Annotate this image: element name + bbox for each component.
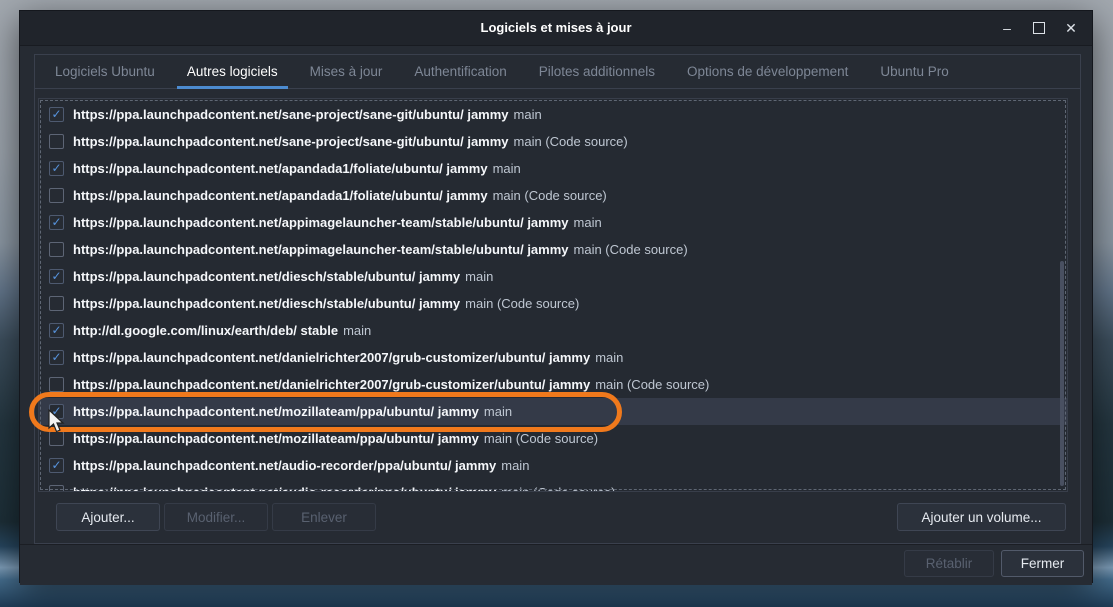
revert-button[interactable]: Rétablir (904, 550, 994, 577)
checkbox-checked-icon[interactable]: ✓ (49, 404, 64, 419)
checkbox-unchecked-icon[interactable]: ✓ (49, 377, 64, 392)
repository-component: main (343, 323, 371, 338)
tab-logiciels-ubuntu[interactable]: Logiciels Ubuntu (39, 55, 171, 88)
close-button[interactable]: Fermer (1001, 550, 1084, 577)
repository-component: main (Code source) (595, 377, 709, 392)
maximize-button[interactable] (1024, 11, 1054, 45)
repository-row[interactable]: ✓ https://ppa.launchpadcontent.net/audio-… (39, 452, 1067, 479)
repository-url: https://ppa.launchpadcontent.net/audio-r… (73, 485, 496, 492)
checkbox-checked-icon[interactable]: ✓ (49, 107, 64, 122)
window-title: Logiciels et mises à jour (20, 11, 1092, 45)
checkbox-unchecked-icon[interactable]: ✓ (49, 188, 64, 203)
repository-url: https://ppa.launchpadcontent.net/danielr… (73, 350, 590, 365)
check-mark-icon: ✓ (51, 162, 61, 174)
repository-url: http://dl.google.com/linux/earth/deb/ st… (73, 323, 338, 338)
checkbox-unchecked-icon[interactable]: ✓ (49, 431, 64, 446)
repository-component: main (493, 161, 521, 176)
repository-url: https://ppa.launchpadcontent.net/danielr… (73, 377, 590, 392)
repository-row[interactable]: ✓ https://ppa.launchpadcontent.net/apanda… (39, 155, 1067, 182)
add-button[interactable]: Ajouter... (56, 503, 160, 531)
repository-url: https://ppa.launchpadcontent.net/diesch/… (73, 269, 460, 284)
repository-component: main (465, 269, 493, 284)
repository-url: https://ppa.launchpadcontent.net/mozilla… (73, 431, 479, 446)
repository-url: https://ppa.launchpadcontent.net/apandad… (73, 161, 488, 176)
tab-autres-logiciels[interactable]: Autres logiciels (171, 55, 294, 88)
repository-row[interactable]: ✓ https://ppa.launchpadcontent.net/mozill… (39, 398, 1067, 425)
close-icon[interactable]: ✕ (1056, 11, 1086, 45)
repository-url: https://ppa.launchpadcontent.net/sane-pr… (73, 134, 509, 149)
checkbox-checked-icon[interactable]: ✓ (49, 161, 64, 176)
maximize-icon (1033, 22, 1045, 34)
tab-pilotes-additionnels[interactable]: Pilotes additionnels (523, 55, 671, 88)
tab-mises-jour[interactable]: Mises à jour (294, 55, 399, 88)
repository-row[interactable]: ✓ https://ppa.launchpadcontent.net/diesch… (39, 263, 1067, 290)
repository-rows: ✓ https://ppa.launchpadcontent.net/sane-p… (39, 101, 1067, 492)
tab-bar: Logiciels UbuntuAutres logicielsMises à … (35, 55, 1080, 89)
notebook-panel: Logiciels UbuntuAutres logicielsMises à … (34, 54, 1081, 544)
tab-options-de-d-veloppement[interactable]: Options de développement (671, 55, 864, 88)
checkbox-unchecked-icon[interactable]: ✓ (49, 134, 64, 149)
repository-component: main (Code source) (493, 188, 607, 203)
repository-row[interactable]: ✓ https://ppa.launchpadcontent.net/audio-… (39, 479, 1067, 492)
checkbox-checked-icon[interactable]: ✓ (49, 350, 64, 365)
edit-button[interactable]: Modifier... (164, 503, 268, 531)
tab-ubuntu-pro[interactable]: Ubuntu Pro (864, 55, 964, 88)
check-mark-icon: ✓ (51, 270, 61, 282)
repository-row[interactable]: ✓ https://ppa.launchpadcontent.net/daniel… (39, 344, 1067, 371)
repository-list[interactable]: ✓ https://ppa.launchpadcontent.net/sane-p… (38, 98, 1068, 492)
repository-component: main (Code source) (574, 242, 688, 257)
checkbox-unchecked-icon[interactable]: ✓ (49, 485, 64, 492)
repository-row[interactable]: ✓ https://ppa.launchpadcontent.net/daniel… (39, 371, 1067, 398)
checkbox-checked-icon[interactable]: ✓ (49, 323, 64, 338)
dialog-footer: Rétablir Fermer (20, 544, 1092, 585)
check-mark-icon: ✓ (51, 108, 61, 120)
check-mark-icon: ✓ (51, 216, 61, 228)
minimize-button[interactable]: – (992, 11, 1022, 45)
repository-url: https://ppa.launchpadcontent.net/audio-r… (73, 458, 496, 473)
remove-button[interactable]: Enlever (272, 503, 376, 531)
check-mark-icon: ✓ (51, 459, 61, 471)
titlebar[interactable]: Logiciels et mises à jour – ✕ (20, 11, 1092, 46)
repository-row[interactable]: ✓ https://ppa.launchpadcontent.net/sane-p… (39, 128, 1067, 155)
repository-component: main (Code source) (514, 134, 628, 149)
check-mark-icon: ✓ (51, 405, 61, 417)
checkbox-unchecked-icon[interactable]: ✓ (49, 296, 64, 311)
repository-component: main (Code source) (501, 485, 615, 492)
repository-row[interactable]: ✓ https://ppa.launchpadcontent.net/appima… (39, 236, 1067, 263)
checkbox-unchecked-icon[interactable]: ✓ (49, 242, 64, 257)
repository-row[interactable]: ✓ http://dl.google.com/linux/earth/deb/ s… (39, 317, 1067, 344)
repository-row[interactable]: ✓ https://ppa.launchpadcontent.net/mozill… (39, 425, 1067, 452)
repository-url: https://ppa.launchpadcontent.net/sane-pr… (73, 107, 509, 122)
repository-url: https://ppa.launchpadcontent.net/mozilla… (73, 404, 479, 419)
repository-component: main (574, 215, 602, 230)
repository-url: https://ppa.launchpadcontent.net/appimag… (73, 215, 569, 230)
repository-component: main (514, 107, 542, 122)
repository-row[interactable]: ✓ https://ppa.launchpadcontent.net/apanda… (39, 182, 1067, 209)
repository-component: main (501, 458, 529, 473)
repository-row[interactable]: ✓ https://ppa.launchpadcontent.net/diesch… (39, 290, 1067, 317)
repository-component: main (484, 404, 512, 419)
vertical-scrollbar[interactable] (1060, 261, 1064, 486)
check-mark-icon: ✓ (51, 324, 61, 336)
repository-component: main (595, 350, 623, 365)
checkbox-checked-icon[interactable]: ✓ (49, 215, 64, 230)
software-sources-dialog: Logiciels et mises à jour – ✕ Logiciels … (19, 10, 1093, 583)
check-mark-icon: ✓ (51, 351, 61, 363)
repository-row[interactable]: ✓ https://ppa.launchpadcontent.net/appima… (39, 209, 1067, 236)
repository-url: https://ppa.launchpadcontent.net/apandad… (73, 188, 488, 203)
repository-component: main (Code source) (484, 431, 598, 446)
repository-url: https://ppa.launchpadcontent.net/appimag… (73, 242, 569, 257)
repository-row[interactable]: ✓ https://ppa.launchpadcontent.net/sane-p… (39, 101, 1067, 128)
tab-authentification[interactable]: Authentification (398, 55, 522, 88)
add-volume-button[interactable]: Ajouter un volume... (897, 503, 1066, 531)
repository-component: main (Code source) (465, 296, 579, 311)
checkbox-checked-icon[interactable]: ✓ (49, 269, 64, 284)
checkbox-checked-icon[interactable]: ✓ (49, 458, 64, 473)
repository-url: https://ppa.launchpadcontent.net/diesch/… (73, 296, 460, 311)
